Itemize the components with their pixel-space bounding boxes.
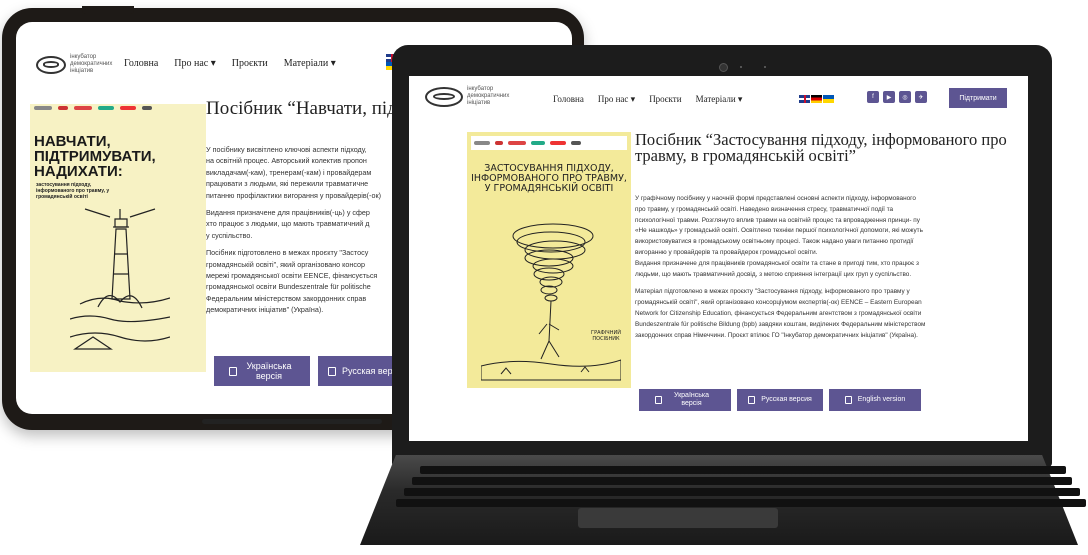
facebook-icon[interactable]: f: [867, 91, 879, 103]
page-title: Посібник “Застосування підходу, інформов…: [635, 130, 1007, 165]
sensor-dot: [740, 66, 742, 68]
flag-ua-icon[interactable]: [823, 95, 834, 103]
telegram-icon[interactable]: ✈: [915, 91, 927, 103]
nav-home[interactable]: Головна: [124, 58, 158, 69]
flag-uk-icon[interactable]: [799, 95, 810, 103]
page-description: У посібнику висвітлено ключові аспекти п…: [206, 144, 406, 322]
nav-about[interactable]: Про нас ▾: [174, 58, 215, 69]
keyboard-row: [412, 477, 1072, 485]
partner-logos: [471, 136, 627, 150]
nav-materials[interactable]: Матеріали ▾: [696, 94, 743, 105]
partner-logos: [34, 106, 202, 110]
document-icon: [328, 366, 336, 376]
document-icon: [844, 396, 852, 404]
document-icon: [229, 366, 237, 376]
site-logo[interactable]: інкубатор демократичних ініціатив: [425, 86, 517, 107]
nav-home[interactable]: Головна: [553, 94, 584, 105]
site-logo[interactable]: інкубатор демократичних ініціатив: [36, 54, 120, 75]
social-links: f ▶ ◎ ✈: [867, 91, 927, 103]
ukrainian-version-button[interactable]: Українська версія: [214, 356, 310, 386]
laptop-trackpad: [578, 508, 778, 528]
cover-subtitle: застосування підходу, інформованого про …: [36, 182, 110, 200]
nav-materials[interactable]: Матеріали ▾: [284, 58, 336, 69]
download-buttons: Українська версія Русская версия English…: [639, 389, 921, 411]
keyboard-row: [396, 499, 1086, 507]
tornado-illustration: [481, 223, 621, 381]
book-cover-image: ЗАСТОСУВАННЯ ПІДХОДУ, ІНФОРМОВАНОГО ПРО …: [467, 132, 631, 388]
nav-projects[interactable]: Проєкти: [649, 94, 681, 105]
tablet-notch: [82, 6, 134, 14]
language-switcher: [799, 95, 835, 103]
donate-button[interactable]: Підтримати: [949, 88, 1007, 108]
project-paragraph: Посібник підготовлено в межах проєкту "З…: [206, 248, 378, 315]
description-paragraph: У графічному посібнику у наочній формі п…: [635, 195, 923, 278]
nav-about[interactable]: Про нас ▾: [598, 94, 635, 105]
laptop-site-header: інкубатор демократичних ініціатив Головн…: [409, 76, 1028, 118]
webcam-icon: [719, 63, 728, 72]
logo-icon: [425, 86, 463, 107]
logo-text: інкубатор демократичних ініціатив: [70, 54, 113, 74]
nav-projects[interactable]: Проєкти: [232, 58, 268, 69]
ukrainian-version-button[interactable]: Українська версія: [639, 389, 731, 411]
main-nav: Головна Про нас ▾ Проєкти Матеріали ▾: [124, 58, 336, 69]
main-nav: Головна Про нас ▾ Проєкти Матеріали ▾: [553, 94, 742, 105]
youtube-icon[interactable]: ▶: [883, 91, 895, 103]
logo-text: інкубатор демократичних ініціатив: [467, 86, 510, 106]
cover-title: НАВЧАТИ, ПІДТРИМУВАТИ, НАДИХАТИ:: [34, 133, 156, 180]
english-version-button[interactable]: English version: [829, 389, 921, 411]
cover-title: ЗАСТОСУВАННЯ ПІДХОДУ, ІНФОРМОВАНОГО ПРО …: [471, 163, 627, 194]
description-paragraph: У посібнику висвітлено ключові аспекти п…: [206, 145, 381, 200]
lighthouse-illustration: [70, 208, 170, 350]
instagram-icon[interactable]: ◎: [899, 91, 911, 103]
document-icon: [654, 396, 662, 404]
book-cover-image: НАВЧАТИ, ПІДТРИМУВАТИ, НАДИХАТИ: застосу…: [30, 104, 206, 372]
document-icon: [748, 396, 756, 404]
logo-icon: [36, 55, 66, 74]
flag-de-icon[interactable]: [811, 95, 822, 103]
project-paragraph: Матеріал підготовлено в межах проєкту "З…: [635, 288, 926, 339]
audience-paragraph: Видання призначене для працівників(-ць) …: [206, 208, 370, 240]
keyboard-row: [404, 488, 1080, 496]
tablet-home-bar: [202, 419, 382, 424]
cover-tag: ГРАФІЧНИЙ ПОСІБНИК: [591, 330, 621, 342]
russian-version-button[interactable]: Русская версия: [737, 389, 823, 411]
keyboard-row: [420, 466, 1066, 474]
laptop-screen: інкубатор демократичних ініціатив Головн…: [409, 76, 1028, 441]
sensor-dot: [764, 66, 766, 68]
page-description: У графічному посібнику у наочній формі п…: [635, 194, 1015, 348]
